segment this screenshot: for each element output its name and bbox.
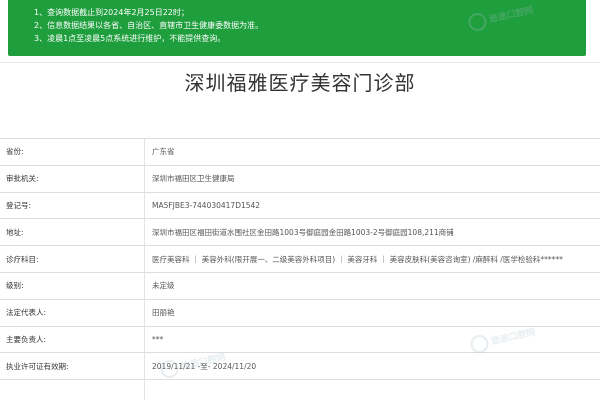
notice-line-3: 3、凌晨1点至凌晨5点系统进行维护，不能提供查询。: [34, 34, 226, 43]
table-row-province: 省份: 广东省: [0, 139, 600, 166]
table-row-approval-authority: 审批机关: 深圳市福田区卫生健康局: [0, 166, 600, 193]
notice-line-2: 2、信息数据结果以各省、自治区、直辖市卫生健康委数据为准。: [34, 21, 264, 30]
row-label: 省份:: [6, 147, 24, 157]
row-value: 2019/11/21 -至- 2024/11/20: [152, 361, 257, 371]
table-row-registration-number: 登记号: MA5FJBE3-744030417D1542: [0, 193, 600, 220]
table-row-level: 级别: 未定级: [0, 273, 600, 300]
row-value: MA5FJBE3-744030417D1542: [152, 200, 261, 210]
row-label: 诊疗科目:: [6, 254, 39, 264]
row-value: ***: [152, 334, 164, 344]
row-label: 法定代表人:: [6, 308, 47, 318]
notice-line-1: 1、查询数据截止到2024年2月25日22时；: [34, 8, 189, 17]
info-table: 省份: 广东省 审批机关: 深圳市福田区卫生健康局 登记号: MA5FJBE3-…: [0, 138, 600, 381]
row-label: 主要负责人:: [6, 334, 47, 344]
row-label: 执业许可证有效期:: [6, 361, 69, 371]
row-value: 田丽艳: [152, 308, 175, 318]
page-title: 深圳福雅医疗美容门诊部: [184, 71, 416, 95]
table-row-legal-representative: 法定代表人: 田丽艳: [0, 300, 600, 327]
page: 1、查询数据截止到2024年2月25日22时； 2、信息数据结果以各省、自治区、…: [0, 0, 600, 400]
row-value: 广东省: [152, 147, 175, 157]
row-label: 级别:: [6, 281, 24, 291]
table-row-principal: 主要负责人: ***: [0, 327, 600, 354]
table-row-license-validity: 执业许可证有效期: 2019/11/21 -至- 2024/11/20: [0, 353, 600, 381]
row-label: 登记号:: [6, 200, 32, 210]
row-value: 深圳市福田区福田街道水围社区金田路1003号御庭园金田路1003-2号御庭园10…: [152, 227, 454, 237]
row-label: 地址:: [6, 227, 24, 237]
row-value: 未定级: [152, 281, 175, 291]
row-label: 审批机关:: [6, 174, 39, 184]
table-row-departments: 诊疗科目: 医疗美容科 ｜ 美容外科(限开展一、二级美容外科项目) ｜ 美容牙科…: [0, 246, 600, 273]
table-row-address: 地址: 深圳市福田区福田街道水围社区金田路1003号御庭园金田路1003-2号御…: [0, 219, 600, 247]
row-value: 深圳市福田区卫生健康局: [152, 174, 235, 184]
row-value: 医疗美容科 ｜ 美容外科(限开展一、二级美容外科项目) ｜ 美容牙科 ｜ 美容皮…: [152, 254, 563, 264]
notice-banner: 1、查询数据截止到2024年2月25日22时； 2、信息数据结果以各省、自治区、…: [8, 0, 586, 56]
